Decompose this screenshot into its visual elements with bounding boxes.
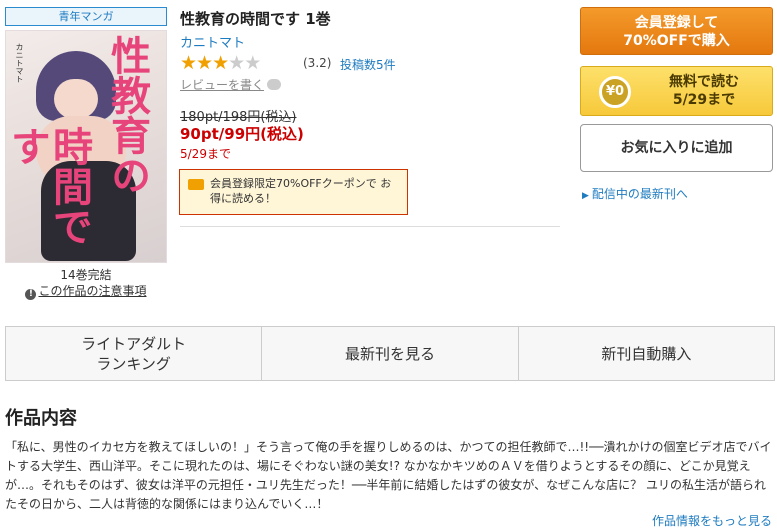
rating-value: (3.2) (303, 56, 332, 70)
ranking-line1: ライトアダルト (81, 334, 187, 353)
star-icon: ★ (196, 52, 213, 74)
add-favorite-button[interactable]: お気に入りに追加 (580, 124, 773, 172)
write-review-label: レビューを書く (180, 78, 265, 92)
divider (180, 226, 560, 227)
genre-badge[interactable]: 青年マンガ (5, 7, 167, 26)
register-button-line2: 70%OFFで購入 (623, 33, 730, 49)
sale-end-date: 5/29まで (180, 147, 231, 161)
latest-volume-label: 配信中の最新刊へ (591, 187, 688, 201)
free-read-button[interactable]: ¥0 無料で読む 5/29まで (580, 66, 773, 116)
book-title: 性教育の時間です 1巻 (180, 10, 331, 28)
write-review-link[interactable]: レビューを書く (180, 76, 282, 93)
triangle-right-icon: ▶ (582, 191, 589, 201)
ranking-line2: ランキング (96, 354, 171, 373)
volume-count: 14巻完結 (60, 268, 112, 282)
cover-art-face (54, 79, 98, 119)
author-link[interactable]: カニトマト (180, 32, 245, 51)
free-button-line1: 無料で読む (669, 74, 739, 90)
speech-bubble-icon (267, 79, 282, 90)
latest-volume-button[interactable]: 最新刊を見る (262, 327, 519, 380)
review-count-link[interactable]: 投稿数5件 (340, 56, 396, 73)
caution-link[interactable]: この作品の注意事項 (38, 284, 146, 298)
cover-author: カニトマト (15, 43, 24, 83)
sale-price: 90pt/99円(税込) (180, 125, 304, 143)
free-button-line2: 5/29まで (672, 92, 736, 108)
auto-purchase-button[interactable]: 新刊自動購入 (519, 327, 774, 380)
rating-stars: ★★★★★ (180, 52, 261, 74)
caution-notice[interactable]: ! この作品の注意事項 (5, 282, 167, 300)
section-heading: 作品内容 (5, 408, 77, 429)
more-info-link[interactable]: 作品情報をもっと見る (652, 512, 772, 529)
star-icon: ★ (244, 52, 261, 74)
coupon-ticket-icon (188, 179, 204, 190)
book-cover-image[interactable]: 性教育の 時間です カニトマト (5, 30, 167, 263)
ranking-button[interactable]: ライトアダルト ランキング (6, 327, 263, 380)
info-icon: ! (25, 289, 37, 300)
action-nav-row: ライトアダルト ランキング 最新刊を見る 新刊自動購入 (5, 326, 775, 381)
yen-coin-icon: ¥0 (599, 76, 631, 108)
cover-title-top: 性教育の (104, 35, 151, 195)
coupon-banner[interactable]: 会員登録限定70%OFFクーポンで お得に読める！ (179, 169, 408, 215)
coupon-text: 会員登録限定70%OFFクーポンで お得に読める！ (210, 177, 392, 205)
star-icon: ★ (228, 52, 245, 74)
cover-title-bottom: 時間です (5, 126, 93, 246)
summary-text: 「私に、男性のイカセ方を教えてほしいの！」そう言って俺の手を握りしめるのは、かつ… (5, 440, 772, 511)
register-button-line1: 会員登録して (634, 15, 719, 31)
star-icon: ★ (180, 52, 197, 74)
star-icon: ★ (212, 52, 229, 74)
register-purchase-button[interactable]: 会員登録して 70%OFFで購入 (580, 7, 773, 55)
latest-volume-link[interactable]: ▶ 配信中の最新刊へ (582, 185, 688, 202)
